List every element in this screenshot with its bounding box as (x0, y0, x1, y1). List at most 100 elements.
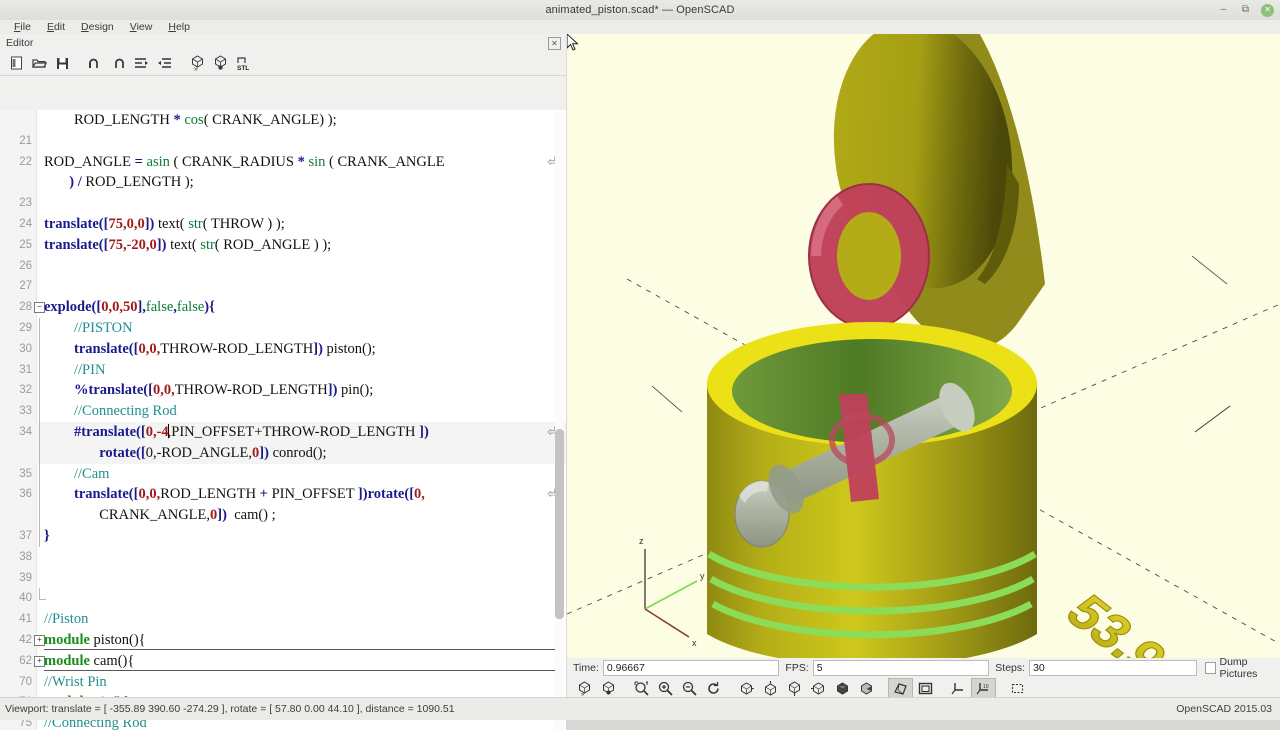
code-line[interactable]: 26 (0, 256, 566, 277)
code-line[interactable]: 62 + module cam(){ (0, 651, 566, 672)
orthogonal-icon[interactable] (914, 679, 937, 698)
redo-icon[interactable] (107, 53, 129, 74)
export-stl-icon[interactable]: STL (232, 53, 254, 74)
title-bar: animated_piston.scad* — OpenSCAD – ⧉ ✕ (0, 0, 1280, 21)
code-line[interactable]: 34 #translate([0,-4,PIN_OFFSET+THROW-ROD_… (0, 421, 566, 464)
line-number: 70 (19, 675, 32, 688)
dump-pictures-group[interactable]: Dump Pictures (1204, 656, 1280, 680)
code-line[interactable]: 38 (0, 547, 566, 568)
view-front-icon[interactable] (831, 679, 854, 698)
code-text: ROD_ANGLE = asin ( CRANK_RADIUS * sin ( … (44, 153, 445, 170)
code-line[interactable]: 25 translate([75,-20,0]) text( str( ROD_A… (0, 235, 566, 256)
line-number: 25 (19, 238, 32, 251)
line-number: 62 (19, 654, 32, 667)
code-line[interactable]: 42 + module piston(){ (0, 630, 566, 651)
code-text: translate([0,0,ROD_LENGTH + PIN_OFFSET ]… (74, 486, 425, 503)
axis-label-z: z (639, 536, 644, 546)
axis-label-y: y (700, 571, 705, 581)
undo-icon[interactable] (84, 53, 106, 74)
folded-region-line (44, 669, 560, 671)
code-line[interactable]: 39 (0, 568, 566, 589)
show-axes-icon[interactable] (947, 679, 970, 698)
menu-bar: File Edit Design View Help (0, 20, 1280, 35)
menu-item-view[interactable]: View (122, 21, 161, 33)
3d-viewport[interactable]: z y x 53.9 -8 (567, 34, 1280, 658)
view-left-icon[interactable] (807, 679, 830, 698)
line-number: 29 (19, 321, 32, 334)
code-line[interactable]: 70 //Wrist Pin (0, 672, 566, 693)
perspective-icon[interactable] (888, 677, 913, 699)
code-text: //Cam (74, 465, 110, 482)
code-line[interactable]: 36 translate([0,0,ROD_LENGTH + PIN_OFFSET… (0, 484, 566, 526)
view-bottom-icon[interactable] (783, 679, 806, 698)
code-line[interactable]: 32 %translate([0,0,THROW-ROD_LENGTH]) pin… (0, 380, 566, 402)
3d-scene: z y x 53.9 -8 (567, 34, 1280, 658)
render-icon[interactable] (209, 53, 231, 74)
code-line[interactable]: 21 (0, 131, 566, 152)
save-icon[interactable] (51, 53, 73, 74)
code-line[interactable]: 35 //Cam (0, 463, 566, 485)
view-right-icon[interactable] (735, 679, 758, 698)
menu-item-edit[interactable]: Edit (39, 21, 73, 33)
code-line[interactable]: 37} (0, 525, 566, 547)
view-top-icon[interactable] (759, 679, 782, 698)
dump-pictures-checkbox[interactable] (1204, 662, 1216, 674)
code-text: //Wrist Pin (44, 673, 107, 690)
animation-bar: Time: FPS: Steps: Dump Pictures (567, 656, 1280, 680)
fps-input[interactable] (812, 660, 990, 676)
line-number: 39 (19, 571, 32, 584)
show-scale-icon[interactable]: 10 (971, 677, 996, 699)
fps-label: FPS: (785, 662, 809, 674)
editor-scrollbar-thumb[interactable] (555, 429, 564, 619)
indent-icon[interactable] (153, 53, 175, 74)
menu-item-design[interactable]: Design (73, 21, 122, 33)
reset-view-icon[interactable] (702, 679, 725, 698)
code-line[interactable]: 24 translate([75,0,0]) text( str( THROW )… (0, 214, 566, 235)
code-line[interactable]: 27 (0, 276, 566, 297)
code-line[interactable]: 33 //Connecting Rod (0, 401, 566, 422)
code-line[interactable]: 30 translate([0,0,THROW-ROD_LENGTH]) pist… (0, 338, 566, 360)
view-back-icon[interactable] (855, 679, 878, 698)
close-icon[interactable]: ✕ (1261, 3, 1274, 17)
code-line[interactable]: 28− explode([0,0,50],false,false){ (0, 297, 566, 318)
code-line[interactable]: 22 ROD_ANGLE = asin ( CRANK_RADIUS * sin … (0, 152, 566, 194)
openscad-window: animated_piston.scad* — OpenSCAD – ⧉ ✕ F… (0, 0, 1280, 730)
time-input[interactable] (602, 660, 780, 676)
show-edges-icon[interactable] (1006, 679, 1029, 698)
code-line[interactable]: 23 (0, 193, 566, 214)
new-icon[interactable] (5, 53, 27, 74)
window-title: animated_piston.scad* — OpenSCAD (545, 4, 735, 16)
zoom-in-icon[interactable] (654, 679, 677, 698)
code-text: //PISTON (74, 319, 133, 336)
code-line[interactable]: 31 //PIN (0, 359, 566, 381)
window-buttons: – ⧉ ✕ (1217, 0, 1274, 20)
editor-close-icon[interactable]: ✕ (548, 37, 561, 50)
editor-dock: Editor ✕ » STL ROD_LENGTH * cos(CRANK_A… (0, 34, 566, 730)
code-line[interactable]: 40 (0, 588, 566, 609)
code-text: ROD_LENGTH * cos( CRANK_ANGLE) ); (74, 112, 337, 128)
indent-guide (39, 380, 40, 402)
open-icon[interactable] (28, 53, 50, 74)
code-text: translate([0,0,THROW-ROD_LENGTH]) piston… (74, 340, 376, 357)
svg-text:»: » (194, 66, 198, 71)
code-line[interactable]: 41 //Piston (0, 609, 566, 630)
version-label: OpenSCAD 2015.03 (1176, 703, 1272, 715)
preview-icon[interactable]: » (186, 53, 208, 74)
steps-input[interactable] (1029, 660, 1197, 676)
zoom-out-icon[interactable] (678, 679, 701, 698)
editor-scrollbar-track[interactable] (555, 112, 564, 730)
menu-item-file[interactable]: File (6, 21, 39, 33)
preview-icon[interactable]: » (573, 679, 596, 698)
maximize-icon[interactable]: ⧉ (1239, 4, 1252, 17)
render-icon[interactable] (597, 679, 620, 698)
code-editor[interactable]: ROD_LENGTH * cos( CRANK_ANGLE) ); 21 22 ROD… (0, 110, 566, 730)
zoom-all-icon[interactable] (630, 679, 653, 698)
minimize-icon[interactable]: – (1217, 4, 1230, 17)
svg-text:10: 10 (983, 684, 989, 690)
unindent-icon[interactable] (130, 53, 152, 74)
viewport-info: Viewport: translate = [ -355.89 390.60 -… (5, 703, 455, 715)
code-line[interactable]: 29 //PISTON (0, 317, 566, 339)
code-line[interactable]: ROD_LENGTH * cos( CRANK_ANGLE) ); (0, 110, 566, 131)
menu-item-help[interactable]: Help (160, 21, 198, 33)
svg-text:-8: -8 (998, 646, 1073, 658)
